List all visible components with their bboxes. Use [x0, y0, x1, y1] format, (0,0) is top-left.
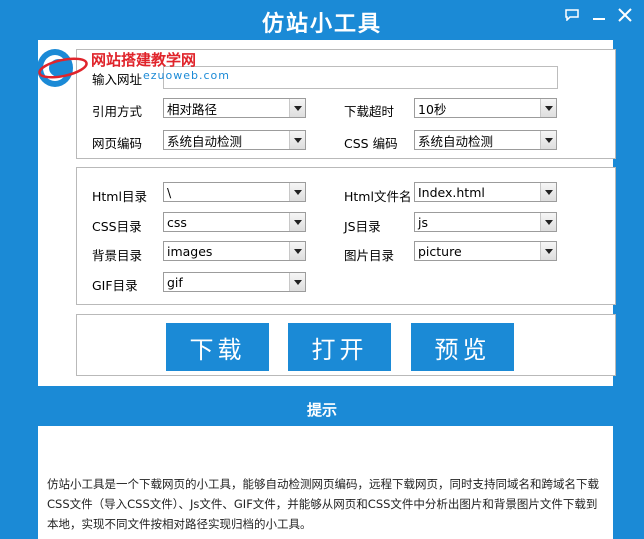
- ref-mode-select[interactable]: 相对路径: [163, 98, 306, 118]
- img-dir-select[interactable]: picture: [414, 241, 557, 261]
- chevron-down-icon[interactable]: [540, 242, 556, 260]
- title-bar: 仿站小工具: [0, 0, 644, 40]
- site-logo: 网站搭建教学网 ezuoweb.com: [33, 44, 243, 92]
- html-dir-label: Html目录: [92, 189, 147, 204]
- app-title: 仿站小工具: [261, 11, 382, 37]
- chevron-down-icon[interactable]: [289, 242, 305, 260]
- gif-dir-select[interactable]: gif: [163, 272, 306, 292]
- hint-title: 提示: [306, 401, 337, 419]
- css-encoding-label: CSS 编码: [344, 136, 398, 151]
- js-dir-label: JS目录: [344, 219, 381, 234]
- bg-dir-select[interactable]: images: [163, 241, 306, 261]
- img-dir-label: 图片目录: [344, 248, 395, 263]
- chevron-down-icon[interactable]: [540, 99, 556, 117]
- logo-url-text: ezuoweb.com: [143, 69, 230, 82]
- feedback-icon[interactable]: [563, 6, 581, 24]
- chevron-down-icon[interactable]: [289, 99, 305, 117]
- logo-brand-text: 网站搭建教学网: [91, 51, 197, 69]
- bg-dir-label: 背景目录: [92, 248, 143, 263]
- directories-group: Html目录 \ Html文件名 Index.html CSS目录 css JS…: [76, 167, 616, 305]
- timeout-select[interactable]: 10秒: [414, 98, 557, 118]
- logo-emblem-icon: [37, 49, 88, 87]
- close-icon[interactable]: [616, 6, 634, 24]
- css-dir-select[interactable]: css: [163, 212, 306, 232]
- ref-mode-label: 引用方式: [92, 104, 143, 119]
- hint-panel: 仿站小工具是一个下载网页的小工具，能够自动检测网页编码，远程下载网页，同时支持同…: [38, 426, 613, 539]
- actions-group: 下载 打开 预览: [76, 314, 616, 376]
- timeout-label: 下载超时: [344, 104, 395, 119]
- preview-button[interactable]: 预览: [411, 323, 514, 371]
- download-button[interactable]: 下载: [166, 323, 269, 371]
- page-encoding-select[interactable]: 系统自动检测: [163, 130, 306, 150]
- css-encoding-select[interactable]: 系统自动检测: [414, 130, 557, 150]
- chevron-down-icon[interactable]: [289, 213, 305, 231]
- chevron-down-icon[interactable]: [289, 183, 305, 201]
- chevron-down-icon[interactable]: [540, 183, 556, 201]
- html-file-select[interactable]: Index.html: [414, 182, 557, 202]
- html-dir-select[interactable]: \: [163, 182, 306, 202]
- chevron-down-icon[interactable]: [540, 131, 556, 149]
- css-dir-label: CSS目录: [92, 219, 142, 234]
- page-encoding-label: 网页编码: [92, 136, 143, 151]
- chevron-down-icon[interactable]: [289, 131, 305, 149]
- chevron-down-icon[interactable]: [289, 273, 305, 291]
- html-file-label: Html文件名: [344, 189, 412, 204]
- chevron-down-icon[interactable]: [540, 213, 556, 231]
- open-button[interactable]: 打开: [288, 323, 391, 371]
- js-dir-select[interactable]: js: [414, 212, 557, 232]
- hint-text: 仿站小工具是一个下载网页的小工具，能够自动检测网页编码，远程下载网页，同时支持同…: [47, 477, 599, 531]
- gif-dir-label: GIF目录: [92, 278, 138, 293]
- minimize-icon[interactable]: [590, 6, 608, 24]
